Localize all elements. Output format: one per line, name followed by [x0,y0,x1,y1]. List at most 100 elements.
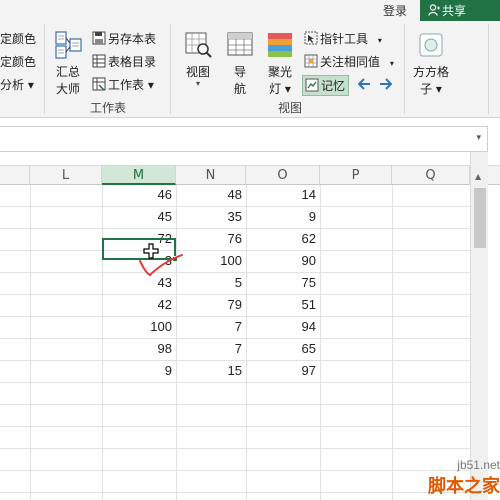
scrollbar-thumb[interactable] [474,188,486,248]
worksheet-button[interactable]: 工作表 ▾ [92,76,154,93]
summary-master-button[interactable]: 汇总 大师 [50,30,86,97]
ribbon: 登录 共享 定颜色 定颜色 分析 ▾ 汇总 大师 另存本表 表格目录 工作表 ▾… [0,0,500,118]
cell-o[interactable]: 75 [246,273,320,293]
cell-n[interactable]: 15 [176,361,246,381]
excel-window: 登录 共享 定颜色 定颜色 分析 ▾ 汇总 大师 另存本表 表格目录 工作表 ▾… [0,0,500,500]
memory-icon [305,78,319,92]
view-icon [185,32,212,58]
grid-horizontal-line [0,404,470,405]
grid-vertical-line [392,185,393,500]
spotlight-button[interactable]: 聚光 灯 ▾ [262,30,298,97]
cell-o[interactable]: 90 [246,251,320,271]
cell-n[interactable]: 35 [176,207,246,227]
worksheet-group-label: 工作表 [90,101,127,115]
navigation-label-1: 导 [233,65,246,79]
pointer-tool-label: 指针工具 [320,32,369,46]
cell-n[interactable]: 7 [176,339,246,359]
cell-m[interactable]: 45 [102,207,176,227]
pointer-tool-button[interactable]: 指针工具 ▾ [304,30,382,47]
cell-m[interactable]: 46 [102,185,176,205]
watch-same-value-icon [304,54,318,68]
navigation-button[interactable]: 导 航 [222,30,258,97]
grid-horizontal-line [0,470,470,471]
formula-bar[interactable]: ▾ [0,126,488,152]
cell-grid[interactable]: 46 48 14 45 35 9 72 76 62 3 100 90 43 5 75 42 79 51 100 7 94… [0,185,471,500]
grid-horizontal-line [0,448,470,449]
navigation-icon [227,32,253,56]
fangfang-grid-label-2: 子 ▾ [420,82,442,96]
column-header-n[interactable]: N [176,166,246,185]
ribbon-cut-item-3[interactable]: 分析 ▾ [0,76,34,93]
column-header[interactable] [0,166,30,185]
chevron-down-icon: ▾ [377,36,382,45]
column-header-o[interactable]: O [246,166,320,185]
scroll-up-icon[interactable]: ▲ [475,172,481,181]
grid-vertical-line [320,185,321,500]
cross-cursor-icon [143,243,159,259]
person-icon [428,4,440,16]
cell-n[interactable]: 76 [176,229,246,249]
cell-o[interactable]: 14 [246,185,320,205]
worksheet-label: 工作表 ▾ [108,78,154,92]
memory-label: 记忆 [321,79,346,93]
fangfang-grid-button[interactable]: 方方格 子 ▾ [410,30,452,97]
login-link[interactable]: 登录 [383,2,407,19]
view-button[interactable]: 视图 ▾ [178,30,218,88]
group-separator [404,24,405,114]
cell-n[interactable]: 48 [176,185,246,205]
column-header-l[interactable]: L [30,166,102,185]
cell-o[interactable]: 51 [246,295,320,315]
cell-m[interactable]: 42 [102,295,176,315]
column-header-row: L M N O P Q [0,165,500,185]
table-directory-label: 表格目录 [108,55,157,69]
group-separator [170,24,171,114]
grid-horizontal-line [0,492,470,493]
share-button[interactable]: 共享 [420,0,500,21]
table-directory-button[interactable]: 表格目录 [92,53,156,70]
grid-horizontal-line [0,382,470,383]
vertical-scrollbar[interactable]: ▲ [470,152,488,500]
cell-n[interactable]: 7 [176,317,246,337]
cell-n[interactable]: 79 [176,295,246,315]
cell-o[interactable]: 94 [246,317,320,337]
spotlight-label-1: 聚光 [267,65,292,79]
arrow-left-icon[interactable] [358,78,372,90]
cell-o[interactable]: 62 [246,229,320,249]
worksheet-icon [92,77,106,91]
watermark-site: jb51.net [457,458,500,472]
view-label: 视图 [185,65,210,79]
grid-horizontal-line [0,426,470,427]
watch-same-value-label: 关注相同值 [320,55,381,69]
summary-label-2: 大师 [55,82,80,96]
ribbon-cut-item-2[interactable]: 定颜色 [0,53,36,70]
cell-m[interactable]: 9 [102,361,176,381]
save-icon [92,31,106,45]
cell-n[interactable]: 5 [176,273,246,293]
column-header-m[interactable]: M [102,166,176,185]
chevron-down-icon[interactable]: ▾ [476,133,481,143]
column-header-p[interactable]: P [320,166,392,185]
cell-o[interactable]: 9 [246,207,320,227]
cell-o[interactable]: 65 [246,339,320,359]
ribbon-cut-item-1[interactable]: 定颜色 [0,30,36,47]
cell-o[interactable]: 97 [246,361,320,381]
arrow-right-icon[interactable] [378,78,392,90]
watch-same-value-button[interactable]: 关注相同值 ▾ [304,53,394,70]
grid-vertical-line [30,185,31,500]
title-bar: 登录 共享 [0,0,500,22]
cell-n[interactable]: 100 [176,251,246,271]
cell-m[interactable]: 100 [102,317,176,337]
column-header-q[interactable]: Q [392,166,470,185]
group-separator [44,24,45,114]
save-sheet-as-button[interactable]: 另存本表 [92,30,156,47]
cell-m[interactable]: 98 [102,339,176,359]
summary-icon [55,31,82,59]
share-label: 共享 [442,4,467,18]
spotlight-icon [268,33,292,57]
fangfang-grid-icon [419,33,443,57]
watermark-brand: 脚本之家 [428,476,500,497]
group-separator [488,24,489,114]
save-sheet-as-label: 另存本表 [108,32,157,46]
memory-button[interactable]: 记忆 [302,75,350,96]
table-directory-icon [92,54,106,68]
